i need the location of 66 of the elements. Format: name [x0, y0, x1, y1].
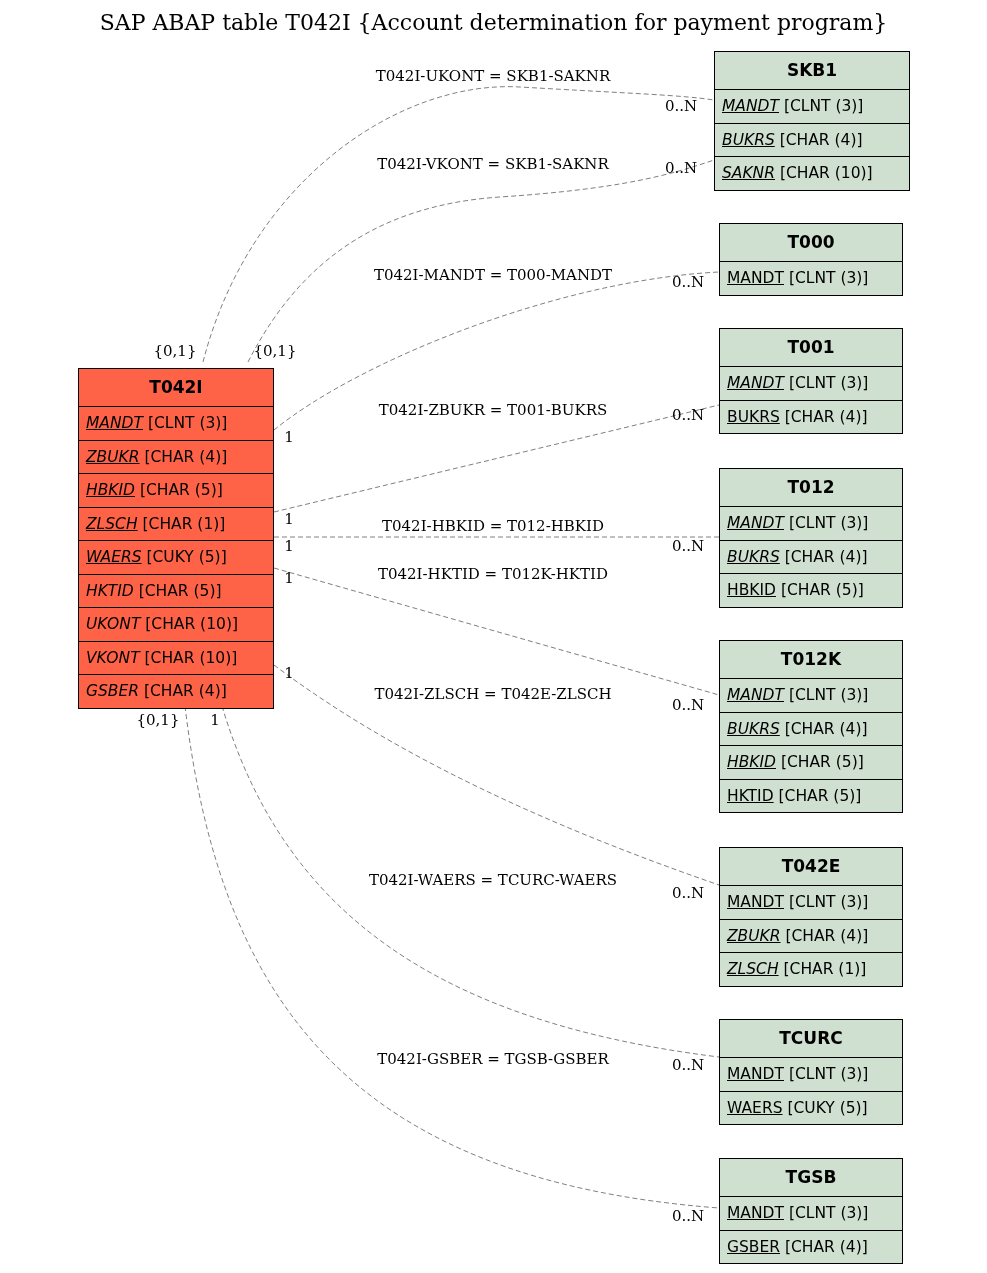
- relationship-label: T042I-UKONT = SKB1-SAKNR: [375, 67, 611, 85]
- field-row: BUKRS [CHAR (4)]: [715, 122, 909, 156]
- table-name: T000: [786, 231, 836, 254]
- field-row: MANDT [CLNT (3)]: [720, 506, 902, 540]
- field-row: MANDT [CLNT (3)]: [720, 261, 902, 295]
- field-row: ZBUKR [CHAR (4)]: [79, 439, 273, 473]
- field-row: WAERS [CUKY (5)]: [79, 540, 273, 574]
- field-row: HBKID [CHAR (5)]: [79, 473, 273, 507]
- cardinality-label: {0,1}: [136, 711, 180, 729]
- cardinality-label: 1: [284, 428, 294, 446]
- cardinality-label: 0..N: [671, 1207, 705, 1225]
- diagram-title: SAP ABAP table T042I {Account determination for payment program}: [98, 9, 889, 37]
- relationship-label: T042I-ZBUKR = T001-BUKRS: [378, 401, 608, 419]
- table-name: T001: [786, 336, 836, 359]
- field-row: MANDT [CLNT (3)]: [79, 406, 273, 440]
- cardinality-label: 0..N: [664, 159, 698, 177]
- cardinality-label: 1: [210, 711, 220, 729]
- field-row: ZLSCH [CHAR (1)]: [79, 506, 273, 540]
- cardinality-label: 0..N: [664, 97, 698, 115]
- field-row: HKTID [CHAR (5)]: [720, 778, 902, 812]
- table-name: TGSB: [784, 1166, 838, 1189]
- cardinality-label: 0..N: [671, 884, 705, 902]
- cardinality-label: {0,1}: [253, 342, 297, 360]
- cardinality-label: 0..N: [671, 696, 705, 714]
- field-row: ZBUKR [CHAR (4)]: [720, 918, 902, 952]
- cardinality-label: 0..N: [671, 273, 705, 291]
- cardinality-label: 0..N: [671, 1056, 705, 1074]
- field-row: BUKRS [CHAR (4)]: [720, 539, 902, 573]
- field-row: HBKID [CHAR (5)]: [720, 573, 902, 607]
- relationship-label: T042I-ZLSCH = T042E-ZLSCH: [374, 685, 612, 703]
- field-row: MANDT [CLNT (3)]: [720, 678, 902, 712]
- cardinality-label: 1: [284, 569, 294, 587]
- field-row: BUKRS [CHAR (4)]: [720, 399, 902, 433]
- table-name: TCURC: [778, 1027, 844, 1050]
- field-row: MANDT [CLNT (3)]: [720, 1196, 902, 1230]
- field-row: BUKRS [CHAR (4)]: [720, 711, 902, 745]
- relationship-label: T042I-GSBER = TGSB-GSBER: [377, 1050, 609, 1068]
- relationship-label: T042I-HKTID = T012K-HKTID: [378, 565, 608, 583]
- field-row: MANDT [CLNT (3)]: [720, 366, 902, 400]
- table-name: SKB1: [785, 59, 839, 82]
- relationship-label: T042I-WAERS = TCURC-WAERS: [368, 871, 618, 889]
- cardinality-label: 1: [284, 664, 294, 682]
- field-row: GSBER [CHAR (4)]: [720, 1229, 902, 1263]
- table-name: T042E: [780, 855, 842, 878]
- field-row: MANDT [CLNT (3)]: [715, 89, 909, 123]
- field-row: UKONT [CHAR (10)]: [79, 607, 273, 641]
- field-row: ZLSCH [CHAR (1)]: [720, 952, 902, 986]
- cardinality-label: 1: [284, 537, 294, 555]
- field-row: VKONT [CHAR (10)]: [79, 640, 273, 674]
- table-name: T042I: [148, 376, 204, 399]
- relationship-label: T042I-MANDT = T000-MANDT: [373, 266, 613, 284]
- cardinality-label: {0,1}: [153, 342, 197, 360]
- field-row: SAKNR [CHAR (10)]: [715, 156, 909, 190]
- cardinality-label: 0..N: [671, 537, 705, 555]
- cardinality-label: 1: [284, 510, 294, 528]
- table-name: T012: [786, 476, 836, 499]
- field-row: HBKID [CHAR (5)]: [720, 745, 902, 779]
- relationship-label: T042I-VKONT = SKB1-SAKNR: [377, 155, 609, 173]
- field-row: WAERS [CUKY (5)]: [720, 1090, 902, 1124]
- relationship-label: T042I-HBKID = T012-HBKID: [382, 517, 604, 535]
- cardinality-label: 0..N: [671, 406, 705, 424]
- field-row: GSBER [CHAR (4)]: [79, 674, 273, 708]
- field-row: MANDT [CLNT (3)]: [720, 1057, 902, 1091]
- field-row: MANDT [CLNT (3)]: [720, 885, 902, 919]
- field-row: HKTID [CHAR (5)]: [79, 573, 273, 607]
- table-name: T012K: [779, 648, 843, 671]
